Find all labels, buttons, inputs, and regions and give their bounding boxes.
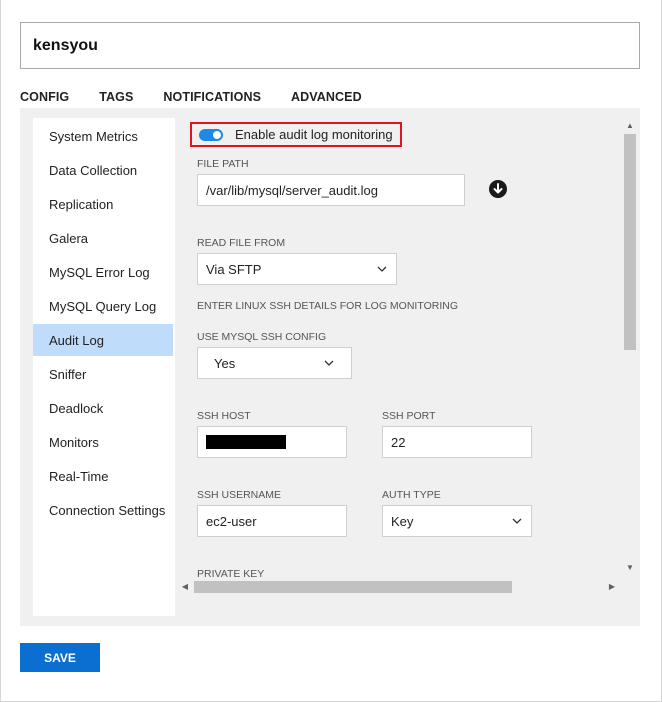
audit-toggle-label: Enable audit log monitoring [235,127,393,142]
chevron-down-icon [324,360,334,366]
auth-type-value: Key [391,513,414,529]
auth-type-select[interactable]: Key [382,505,532,537]
sidebar-item-audit-log[interactable]: Audit Log [33,324,173,356]
tab-advanced[interactable]: ADVANCED [291,90,362,110]
audit-toggle-highlight: Enable audit log monitoring [190,122,402,147]
sidebar-item-system-metrics[interactable]: System Metrics [33,120,173,152]
sidebar: System Metrics Data Collection Replicati… [33,118,175,616]
scroll-left-arrow-icon[interactable]: ◀ [181,582,189,592]
sidebar-item-replication[interactable]: Replication [33,188,173,220]
redacted-host [206,435,286,449]
scroll-right-arrow-icon[interactable]: ▶ [608,582,616,592]
vertical-scroll-thumb[interactable] [624,134,636,350]
ssh-username-input[interactable]: ec2-user [197,505,347,537]
ssh-username-label: SSH USERNAME [197,489,282,501]
sidebar-item-monitors[interactable]: Monitors [33,426,173,458]
read-file-from-value: Via SFTP [206,261,262,277]
audit-log-settings: Enable audit log monitoring FILE PATH /v… [176,118,622,578]
vertical-scrollbar[interactable]: ▲ ▼ [622,118,638,578]
sidebar-item-mysql-query-log[interactable]: MySQL Query Log [33,290,173,322]
auth-type-label: AUTH TYPE [382,489,441,501]
sidebar-item-connection-settings[interactable]: Connection Settings [33,494,173,526]
use-ssh-config-value: Yes [214,355,236,371]
save-button[interactable]: SAVE [20,643,100,672]
sidebar-item-real-time[interactable]: Real-Time [33,460,173,492]
ssh-host-input[interactable] [197,426,347,458]
toggle-knob [213,130,221,139]
ssh-port-input[interactable]: 22 [382,426,532,458]
tab-tags[interactable]: TAGS [99,90,133,110]
tab-notifications[interactable]: NOTIFICATIONS [163,90,261,110]
read-file-from-select[interactable]: Via SFTP [197,253,397,285]
scroll-up-arrow-icon[interactable]: ▲ [626,122,634,130]
file-path-label: FILE PATH [197,158,249,170]
name-field[interactable]: kensyou [20,22,640,69]
horizontal-scrollbar[interactable]: ◀ ▶ [176,578,622,596]
audit-monitoring-toggle[interactable] [199,128,223,141]
sidebar-item-deadlock[interactable]: Deadlock [33,392,173,424]
private-key-label: PRIVATE KEY [197,568,265,578]
ssh-port-label: SSH PORT [382,410,436,422]
ssh-details-note: ENTER LINUX SSH DETAILS FOR LOG MONITORI… [197,300,458,312]
use-ssh-config-select[interactable]: Yes [197,347,352,379]
chevron-down-icon [512,518,522,524]
sidebar-item-data-collection[interactable]: Data Collection [33,154,173,186]
sidebar-item-galera[interactable]: Galera [33,222,173,254]
tab-bar: CONFIG TAGS NOTIFICATIONS ADVANCED [20,90,392,110]
ssh-host-label: SSH HOST [197,410,251,422]
read-file-from-label: READ FILE FROM [197,237,286,249]
sidebar-item-sniffer[interactable]: Sniffer [33,358,173,390]
use-ssh-config-label: USE MYSQL SSH CONFIG [197,331,327,343]
file-path-input[interactable]: /var/lib/mysql/server_audit.log [197,174,465,206]
horizontal-scroll-thumb[interactable] [194,581,512,593]
download-icon[interactable] [489,180,507,198]
scroll-down-arrow-icon[interactable]: ▼ [626,564,634,572]
tab-config[interactable]: CONFIG [20,90,69,110]
sidebar-item-mysql-error-log[interactable]: MySQL Error Log [33,256,173,288]
chevron-down-icon [377,266,387,272]
